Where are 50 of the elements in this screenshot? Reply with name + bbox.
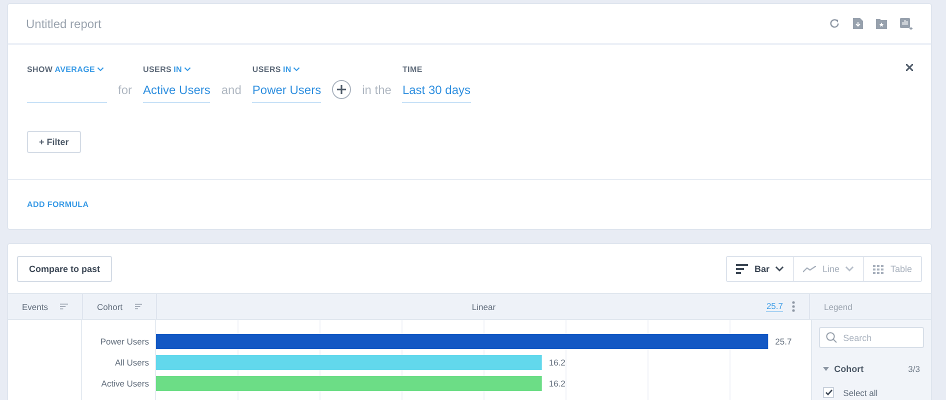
column-header: Events xyxy=(22,302,48,312)
column-header: Legend xyxy=(824,302,852,312)
chevron-icon xyxy=(184,67,191,72)
field-label[interactable]: USERS IN xyxy=(143,65,210,74)
metric-selector[interactable]: SHOW AVERAGE xyxy=(27,65,107,74)
checkbox-label[interactable]: Select all xyxy=(843,388,878,398)
close-icon[interactable] xyxy=(906,64,913,71)
refresh-icon[interactable] xyxy=(829,18,840,29)
chevron-icon xyxy=(97,67,104,72)
report-title: Untitled report xyxy=(26,16,102,30)
connector-word: and xyxy=(221,83,242,99)
chevron-icon xyxy=(775,266,784,272)
value-selector[interactable]: Active Users xyxy=(143,83,210,103)
connector-word: for xyxy=(118,83,132,99)
more-icon[interactable] xyxy=(792,301,795,312)
chevron-icon xyxy=(293,67,300,72)
checkbox[interactable] xyxy=(823,387,834,398)
group-label[interactable]: Cohort xyxy=(834,364,864,374)
value-label: 16.2 xyxy=(549,378,566,388)
value-selector[interactable]: Power Users xyxy=(252,83,322,103)
view-tab[interactable]: Bar xyxy=(727,257,794,281)
add-chart-icon[interactable] xyxy=(900,18,913,30)
sort-icon[interactable] xyxy=(60,303,68,310)
value-label: 16.2 xyxy=(549,358,566,368)
collapse-icon[interactable] xyxy=(823,366,830,372)
bar-chart-icon xyxy=(736,264,748,274)
grid-icon xyxy=(873,264,884,274)
chevron-icon xyxy=(845,266,854,272)
field-label[interactable]: USERS IN xyxy=(252,65,322,74)
search-icon xyxy=(826,332,838,343)
compare-button[interactable]: Compare to past xyxy=(17,256,112,282)
field-label[interactable]: TIME xyxy=(402,65,470,74)
category-label: Power Users xyxy=(100,336,150,346)
sort-icon[interactable] xyxy=(134,303,142,310)
group-count: 3/3 xyxy=(908,364,920,374)
column-header: Linear xyxy=(472,302,496,312)
plus-icon xyxy=(337,85,346,94)
line-chart-icon xyxy=(803,266,816,272)
column-header: Cohort xyxy=(97,302,123,312)
category-label: Active Users xyxy=(101,378,150,388)
value-selector[interactable]: Last 30 days xyxy=(402,83,470,103)
folder-star-icon[interactable] xyxy=(876,18,887,28)
add-button[interactable] xyxy=(332,80,352,99)
category-label: All Users xyxy=(115,358,150,368)
search-field[interactable]: Search xyxy=(819,327,924,348)
add-formula-link[interactable]: ADD FORMULA xyxy=(27,200,89,209)
filter-button[interactable]: + Filter xyxy=(27,131,81,153)
value-label: 25.7 xyxy=(775,336,792,346)
connector-word: in the xyxy=(362,83,392,99)
file-download-icon[interactable] xyxy=(853,18,863,29)
